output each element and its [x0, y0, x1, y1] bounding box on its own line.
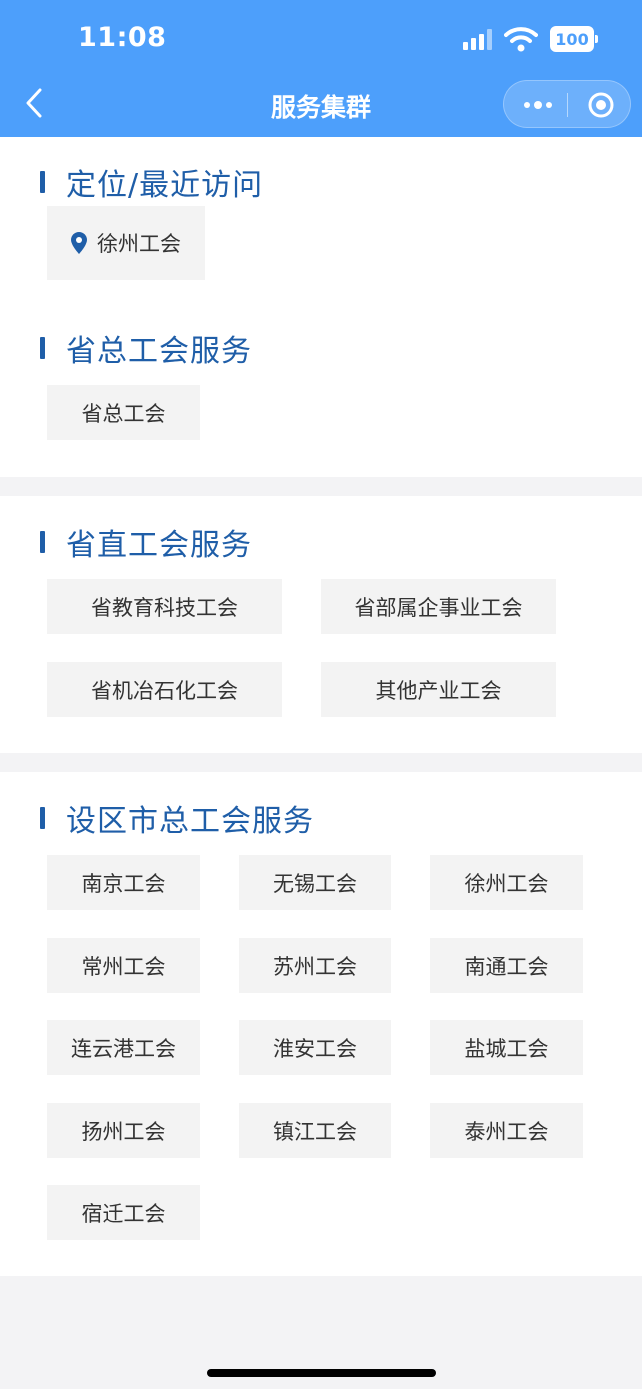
chip-city-9[interactable]: 盐城工会 — [430, 1020, 583, 1075]
chip-recent-location[interactable]: 徐州工会 — [47, 206, 205, 280]
section-heading-direct: 省直工会服务 — [40, 524, 252, 563]
section-heading-recent: 定位/最近访问 — [40, 164, 263, 203]
chip-city-4[interactable]: 常州工会 — [47, 938, 200, 993]
chip-city-10[interactable]: 扬州工会 — [47, 1103, 200, 1158]
chip-city-8[interactable]: 淮安工会 — [239, 1020, 391, 1075]
status-time: 11:08 — [78, 22, 167, 53]
mini-program-capsule — [503, 80, 631, 128]
chip-city-11[interactable]: 镇江工会 — [239, 1103, 391, 1158]
section-city: 设区市总工会服务 南京工会 无锡工会 徐州工会 常州工会 苏州工会 南通工会 连… — [0, 772, 642, 1276]
chip-city-7[interactable]: 连云港工会 — [47, 1020, 200, 1075]
home-indicator — [207, 1369, 436, 1377]
signal-icon — [463, 28, 492, 50]
battery-icon: 100 — [550, 26, 598, 52]
section-recent-provincial: 定位/最近访问 徐州工会 省总工会服务 省总工会 — [0, 137, 642, 477]
location-pin-icon — [71, 232, 87, 254]
section-heading-city: 设区市总工会服务 — [40, 800, 314, 839]
section-direct: 省直工会服务 省教育科技工会 省部属企事业工会 省机冶石化工会 其他产业工会 — [0, 496, 642, 753]
chip-city-3[interactable]: 徐州工会 — [430, 855, 583, 910]
chip-label: 徐州工会 — [97, 232, 181, 256]
section-heading-provincial: 省总工会服务 — [40, 330, 252, 369]
more-icon[interactable] — [522, 97, 554, 113]
chip-city-12[interactable]: 泰州工会 — [430, 1103, 583, 1158]
chip-direct-1[interactable]: 省教育科技工会 — [47, 579, 282, 634]
chip-city-5[interactable]: 苏州工会 — [239, 938, 391, 993]
top-bar: 11:08 100 服务集群 — [0, 0, 642, 137]
chip-direct-4[interactable]: 其他产业工会 — [321, 662, 556, 717]
chip-city-1[interactable]: 南京工会 — [47, 855, 200, 910]
chip-direct-3[interactable]: 省机冶石化工会 — [47, 662, 282, 717]
chip-city-13[interactable]: 宿迁工会 — [47, 1185, 200, 1240]
chip-label: 省总工会 — [81, 401, 166, 426]
wifi-icon — [504, 27, 538, 52]
close-target-icon[interactable] — [587, 91, 615, 119]
chip-direct-2[interactable]: 省部属企事业工会 — [321, 579, 556, 634]
chip-city-2[interactable]: 无锡工会 — [239, 855, 391, 910]
capsule-divider — [567, 93, 568, 117]
chip-provincial[interactable]: 省总工会 — [47, 385, 200, 440]
chip-city-6[interactable]: 南通工会 — [430, 938, 583, 993]
status-icons: 100 — [463, 24, 598, 54]
